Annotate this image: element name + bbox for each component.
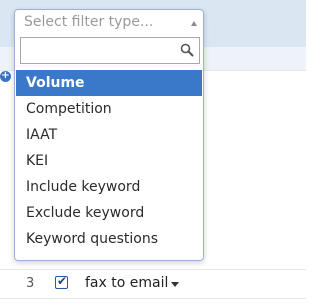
search-icon: [180, 43, 194, 57]
check-icon: ✔: [57, 274, 68, 288]
row-checkbox[interactable]: ✔: [55, 274, 68, 289]
option-exclude-keyword[interactable]: Exclude keyword: [16, 200, 202, 226]
table-row: 3 ✔ fax to email: [0, 270, 306, 298]
option-kei[interactable]: KEI: [16, 148, 202, 174]
row-number: 3: [26, 276, 35, 291]
dropdown-search[interactable]: [20, 37, 200, 64]
search-input[interactable]: [21, 38, 199, 63]
triangle-up-icon[interactable]: [191, 21, 197, 26]
row-divider: [0, 298, 306, 299]
option-volume[interactable]: Volume: [16, 70, 202, 96]
select-placeholder: Select filter type...: [24, 14, 154, 30]
filter-type-dropdown[interactable]: Select filter type... Volume Competition…: [14, 9, 204, 261]
row-keyword[interactable]: fax to email: [85, 275, 168, 291]
option-include-keyword[interactable]: Include keyword: [16, 174, 202, 200]
option-competition[interactable]: Competition: [16, 96, 202, 122]
add-filter-icon[interactable]: +: [0, 71, 11, 82]
filter-type-select[interactable]: Select filter type...: [15, 10, 203, 34]
caret-down-icon[interactable]: [171, 282, 179, 287]
option-keyword-questions[interactable]: Keyword questions: [16, 226, 202, 252]
option-iaat[interactable]: IAAT: [16, 122, 202, 148]
options-list: Volume Competition IAAT KEI Include keyw…: [16, 70, 202, 252]
